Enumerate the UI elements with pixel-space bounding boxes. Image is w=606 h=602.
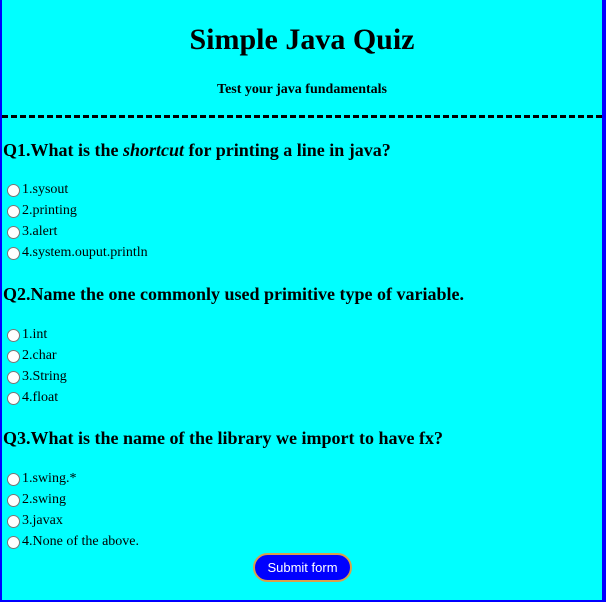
radio-button[interactable]: [7, 493, 20, 507]
option-q2-2[interactable]: 2.char: [7, 347, 57, 365]
question-2: Q2.Name the one commonly used primitive …: [3, 283, 464, 305]
question-1: Q1.What is the shortcut for printing a l…: [3, 139, 391, 161]
option-q1-4[interactable]: 4.system.ouput.println: [7, 244, 148, 262]
option-q1-3[interactable]: 3.alert: [7, 223, 57, 241]
option-label: 3.alert: [22, 224, 58, 239]
option-label: 2.printing: [22, 203, 77, 218]
radio-button[interactable]: [7, 391, 20, 405]
option-label: 1.swing.*: [22, 471, 77, 486]
option-q3-2[interactable]: 2.swing: [7, 491, 66, 509]
option-q1-2[interactable]: 2.printing: [7, 202, 77, 220]
page-title: Simple Java Quiz: [189, 23, 415, 56]
page-subtitle: Test your java fundamentals: [217, 82, 387, 97]
dashed-divider: [2, 115, 602, 118]
option-label: 3.String: [22, 369, 67, 384]
question-text: Q1.What is the: [3, 140, 124, 160]
option-q3-1[interactable]: 1.swing.*: [7, 470, 76, 488]
question-text: for printing a line in java?: [184, 140, 391, 160]
radio-button[interactable]: [7, 328, 20, 342]
radio-button[interactable]: [7, 225, 20, 239]
radio-button[interactable]: [7, 514, 20, 528]
option-q1-1[interactable]: 1.sysout: [7, 181, 68, 199]
radio-button[interactable]: [7, 246, 20, 260]
radio-button[interactable]: [7, 535, 20, 549]
option-q2-4[interactable]: 4.float: [7, 389, 58, 407]
question-text: Q2.Name the one commonly used primitive …: [3, 284, 464, 304]
option-q2-1[interactable]: 1.int: [7, 326, 47, 344]
radio-button[interactable]: [7, 472, 20, 486]
option-q3-4[interactable]: 4.None of the above.: [7, 533, 139, 551]
option-label: 4.float: [22, 390, 59, 405]
option-q3-3[interactable]: 3.javax: [7, 512, 63, 530]
radio-button[interactable]: [7, 183, 20, 197]
question-text: Q3.What is the name of the library we im…: [3, 428, 443, 448]
option-label: 2.char: [22, 348, 57, 363]
submit-button[interactable]: Submit form: [253, 553, 352, 582]
quiz-page: Simple Java Quiz Test your java fundamen…: [2, 0, 602, 600]
question-3: Q3.What is the name of the library we im…: [3, 427, 443, 449]
option-q2-3[interactable]: 3.String: [7, 368, 67, 386]
option-label: 1.int: [22, 327, 48, 342]
option-label: 4.None of the above.: [22, 534, 140, 549]
radio-button[interactable]: [7, 204, 20, 218]
radio-button[interactable]: [7, 370, 20, 384]
option-label: 3.javax: [22, 513, 63, 528]
radio-button[interactable]: [7, 349, 20, 363]
question-emphasis: shortcut: [123, 140, 185, 160]
option-label: 4.system.ouput.println: [22, 245, 148, 260]
option-label: 2.swing: [22, 492, 66, 507]
option-label: 1.sysout: [22, 182, 69, 197]
